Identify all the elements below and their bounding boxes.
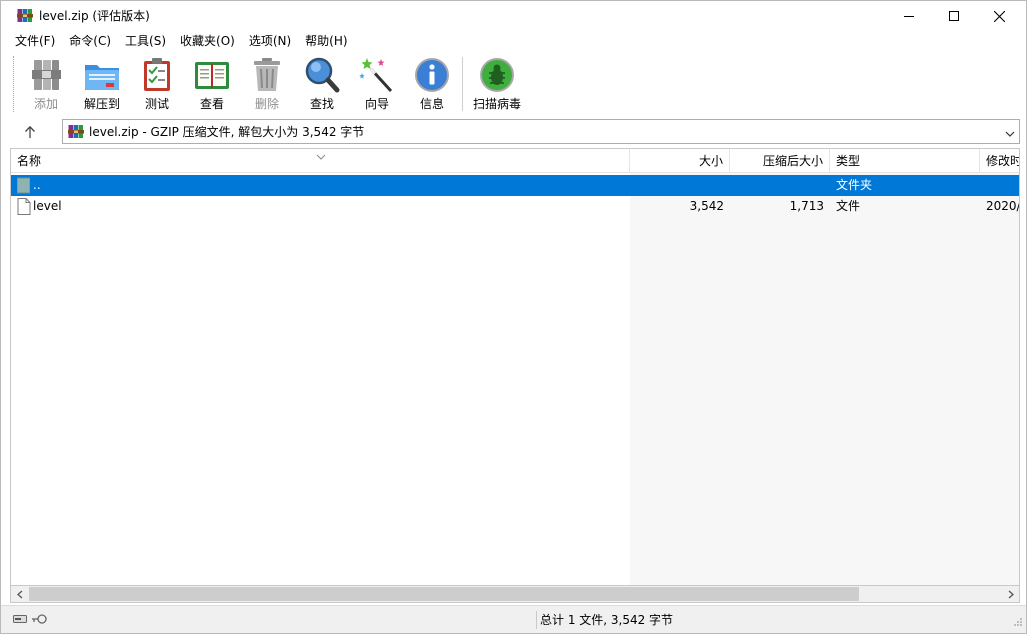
parent-folder-icon	[17, 177, 31, 194]
address-combobox[interactable]: level.zip - GZIP 压缩文件, 解包大小为 3,542 字节	[62, 119, 1020, 144]
winrar-window: level.zip (评估版本) 文件(F) 命令(C) 工具(S) 收藏夹(O…	[0, 0, 1027, 634]
scroll-right-button[interactable]	[1002, 586, 1019, 602]
row-size	[630, 175, 724, 196]
list-background-area	[630, 173, 1019, 585]
key-icon[interactable]	[31, 613, 47, 627]
row-modified: 2020/	[986, 199, 1020, 213]
horizontal-scrollbar[interactable]	[10, 586, 1020, 603]
view-button[interactable]: 查看	[185, 55, 239, 113]
wizard-button[interactable]: 向导	[350, 55, 404, 113]
view-book-icon	[195, 62, 229, 89]
title-bar[interactable]: level.zip (评估版本)	[1, 1, 1026, 31]
menu-tools[interactable]: 工具(S)	[118, 31, 173, 51]
row-modified	[986, 175, 1019, 196]
file-list[interactable]: 名称 大小 压缩后大小 类型 修改时 .. 文件夹 level 3,542 1,…	[10, 148, 1020, 586]
menu-help[interactable]: 帮助(H)	[298, 31, 354, 51]
magnifier-icon	[305, 57, 340, 93]
virus-scan-bug-icon	[480, 58, 514, 92]
row-packed	[730, 175, 824, 196]
resize-grip-icon[interactable]	[1013, 616, 1023, 630]
add-archive-icon	[32, 60, 61, 90]
toolbar-separator	[462, 57, 463, 111]
extract-folder-icon	[85, 65, 119, 90]
delete-button[interactable]: 删除	[240, 55, 294, 113]
table-row[interactable]: .. 文件夹	[11, 175, 1019, 196]
menu-file[interactable]: 文件(F)	[1, 31, 62, 51]
add-button[interactable]: 添加	[19, 55, 73, 113]
status-summary: 总计 1 文件, 3,542 字节	[540, 613, 674, 627]
trash-can-icon	[254, 58, 280, 91]
file-icon	[17, 198, 31, 215]
scan-virus-button[interactable]: 扫描病毒	[470, 55, 524, 113]
info-icon	[415, 58, 449, 92]
sort-chevron-icon	[316, 149, 326, 163]
magic-wand-icon	[359, 58, 393, 93]
test-button[interactable]: 测试	[130, 55, 184, 113]
address-bar: level.zip - GZIP 压缩文件, 解包大小为 3,542 字节	[1, 118, 1026, 146]
column-header-type[interactable]: 类型	[830, 149, 980, 173]
winrar-books-icon	[17, 8, 33, 24]
minimize-button[interactable]	[886, 1, 932, 31]
chevron-right-icon	[1008, 590, 1014, 598]
chevron-down-icon[interactable]	[1005, 127, 1015, 141]
chevron-left-icon	[16, 590, 22, 598]
menu-commands[interactable]: 命令(C)	[62, 31, 118, 51]
window-title: level.zip (评估版本)	[39, 9, 150, 23]
column-header-packed[interactable]: 压缩后大小	[730, 149, 830, 173]
test-checklist-icon	[144, 58, 170, 91]
winrar-books-icon	[68, 124, 84, 140]
table-row[interactable]: level 3,542 1,713 文件 2020/	[11, 196, 1019, 217]
column-header-size[interactable]: 大小	[630, 149, 730, 173]
toolbar-grip	[13, 56, 16, 112]
row-type: 文件夹	[836, 178, 873, 192]
drive-icon[interactable]	[13, 613, 27, 627]
menu-options[interactable]: 选项(N)	[242, 31, 298, 51]
find-button[interactable]: 查找	[295, 55, 349, 113]
row-name: level	[33, 199, 62, 213]
row-name: ..	[30, 175, 620, 196]
row-packed: 1,713	[789, 199, 824, 213]
extract-to-button[interactable]: 解压到	[75, 55, 129, 113]
row-size: 3,542	[689, 199, 724, 213]
toolbar: 添加 解压到 测试 查看 删除 查找 向导 信息 扫描病毒	[1, 52, 1026, 117]
scroll-left-button[interactable]	[11, 586, 28, 602]
status-divider	[536, 611, 537, 629]
up-one-level-button[interactable]	[19, 123, 41, 141]
row-type: 文件	[836, 199, 861, 213]
column-header-modified[interactable]: 修改时	[980, 149, 1019, 173]
status-bar: 总计 1 文件, 3,542 字节	[1, 605, 1026, 633]
column-headers: 名称 大小 压缩后大小 类型 修改时	[11, 149, 1019, 173]
info-button[interactable]: 信息	[405, 55, 459, 113]
address-path-text: level.zip - GZIP 压缩文件, 解包大小为 3,542 字节	[89, 125, 365, 139]
menu-bar: 文件(F) 命令(C) 工具(S) 收藏夹(O) 选项(N) 帮助(H)	[1, 31, 1026, 51]
menu-favorites[interactable]: 收藏夹(O)	[173, 31, 242, 51]
scrollbar-thumb[interactable]	[29, 587, 859, 601]
arrow-up-icon	[25, 125, 35, 138]
close-button[interactable]	[976, 1, 1022, 31]
maximize-button[interactable]	[931, 1, 977, 31]
